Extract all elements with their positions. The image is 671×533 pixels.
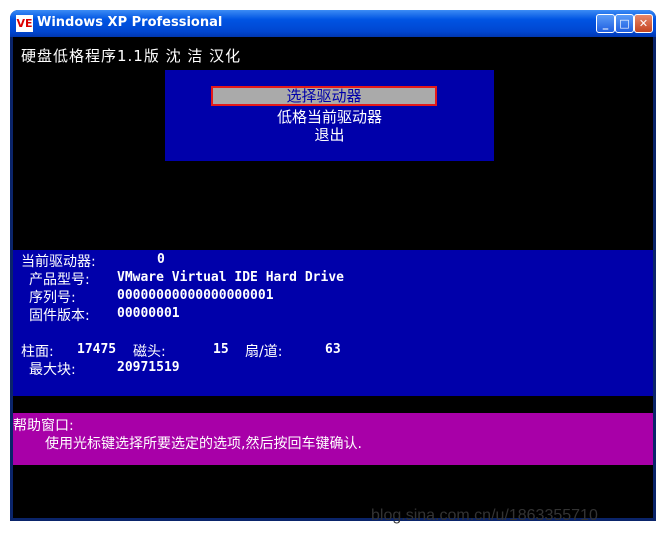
firmware-label: 固件版本: bbox=[29, 308, 90, 324]
cylinders-label: 柱面: bbox=[21, 344, 54, 360]
model-value: VMware Virtual IDE Hard Drive bbox=[117, 270, 344, 285]
firmware-value: 00000001 bbox=[117, 306, 180, 321]
help-text: 使用光标键选择所要选定的选项,然后按回车键确认. bbox=[45, 436, 362, 452]
serial-label: 序列号: bbox=[29, 290, 76, 306]
menu-item-select-drive[interactable]: 选择驱动器 bbox=[211, 86, 437, 106]
minimize-icon: _ bbox=[602, 17, 609, 30]
console-area: 硬盘低格程序1.1版 沈 洁 汉化 选择驱动器 低格当前驱动器 退出 当前驱动器… bbox=[13, 37, 653, 518]
app-window: VE Windows XP Professional _ □ ✕ 硬盘低格程序1… bbox=[10, 10, 656, 521]
current-drive-value: 0 bbox=[157, 252, 165, 267]
window-title: Windows XP Professional bbox=[37, 15, 223, 30]
sectors-label: 扇/道: bbox=[245, 344, 283, 360]
current-drive-label: 当前驱动器: bbox=[21, 254, 96, 270]
main-menu: 选择驱动器 低格当前驱动器 退出 bbox=[165, 70, 494, 161]
maximize-button[interactable]: □ bbox=[615, 14, 634, 33]
app-icon[interactable]: VE bbox=[16, 15, 33, 32]
model-label: 产品型号: bbox=[29, 272, 90, 288]
program-heading: 硬盘低格程序1.1版 沈 洁 汉化 bbox=[21, 47, 242, 65]
drive-info-panel: 当前驱动器: 0 产品型号: VMware Virtual IDE Hard D… bbox=[13, 250, 653, 396]
close-icon: ✕ bbox=[638, 17, 649, 30]
title-bar[interactable]: VE Windows XP Professional _ □ ✕ bbox=[10, 10, 656, 37]
menu-item-exit[interactable]: 退出 bbox=[165, 124, 494, 145]
cylinders-value: 17475 bbox=[77, 342, 117, 357]
watermark-text: blog.sina.com.cn/u/1863355710 bbox=[371, 507, 598, 524]
maximize-icon: □ bbox=[619, 17, 630, 30]
help-window: 帮助窗口: 使用光标键选择所要选定的选项,然后按回车键确认. bbox=[13, 413, 653, 465]
maxblock-label: 最大块: bbox=[29, 362, 76, 378]
maxblock-value: 20971519 bbox=[117, 360, 180, 375]
close-button[interactable]: ✕ bbox=[634, 14, 653, 33]
serial-value: 00000000000000000001 bbox=[117, 288, 274, 303]
minimize-button[interactable]: _ bbox=[596, 14, 615, 33]
help-title: 帮助窗口: bbox=[13, 418, 74, 434]
heads-value: 15 bbox=[213, 342, 229, 357]
sectors-value: 63 bbox=[325, 342, 341, 357]
heads-label: 磁头: bbox=[133, 344, 166, 360]
